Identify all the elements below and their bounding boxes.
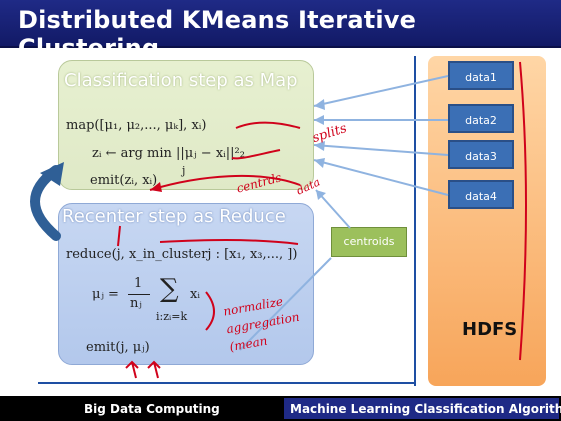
ink-stroke-1 [235,121,301,129]
data1-to-map-arrow [313,75,449,107]
data3-to-map-arrow [313,144,449,156]
ink-stroke-4 [117,225,121,247]
ink-stroke-5 [159,239,299,245]
footer-topic-box: Machine Learning Classification Algorith… [284,398,561,419]
ink-up-arrow-2 [147,360,161,379]
data1-to-map-arrow-head [314,99,325,110]
ink-hdfs-brace [519,61,527,361]
ink-brace [205,291,215,331]
data4-to-map-arrow [313,159,449,196]
ink-stroke-2 [231,149,281,160]
footer-course: Big Data Computing [84,402,220,416]
footer-bar: Big Data Computing Machine Learning Clas… [0,396,561,421]
diagram-arrows-overlay [30,61,527,379]
data2-to-map-arrow-head [314,115,324,125]
ink-up-arrow-1 [125,360,139,379]
footer-topic: Machine Learning Classification Algorith… [290,402,561,416]
